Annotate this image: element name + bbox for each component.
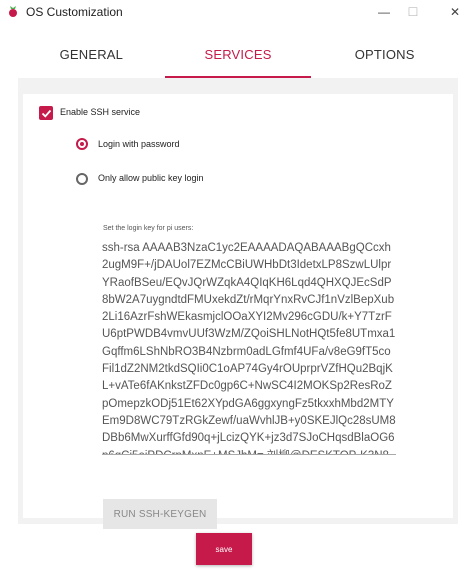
public-key-label: Only allow public key login (98, 173, 204, 183)
close-button[interactable]: ✕ (440, 2, 470, 22)
raspberry-icon (9, 6, 17, 17)
login-password-radio[interactable] (76, 138, 88, 150)
public-key-radio[interactable] (76, 173, 88, 185)
run-ssh-keygen-button[interactable]: RUN SSH-KEYGEN (103, 499, 217, 529)
public-key-textarea[interactable]: ssh-rsa AAAAB3NzaC1yc2EAAAADAQABAAABgQCc… (102, 240, 396, 455)
tab-bar: GENERAL SERVICES OPTIONS (18, 34, 458, 78)
services-card: Enable SSH service Login with password O… (23, 94, 453, 529)
tab-options[interactable]: OPTIONS (311, 34, 458, 78)
enable-ssh-checkbox[interactable] (39, 106, 53, 120)
check-icon (41, 109, 51, 118)
title-bar: OS Customization — ☐ ✕ (0, 0, 474, 24)
minimize-button[interactable]: — (369, 2, 399, 22)
enable-ssh-label: Enable SSH service (60, 107, 141, 117)
tab-services[interactable]: SERVICES (164, 34, 312, 78)
key-hint: Set the login key for pi users: (103, 225, 194, 232)
window-title: OS Customization (26, 5, 123, 19)
maximize-button[interactable]: ☐ (398, 2, 428, 22)
tab-general[interactable]: GENERAL (18, 34, 165, 78)
login-password-label: Login with password (98, 139, 180, 149)
settings-panel: GENERAL SERVICES OPTIONS Enable SSH serv… (18, 34, 458, 529)
save-button[interactable]: save (196, 533, 252, 565)
